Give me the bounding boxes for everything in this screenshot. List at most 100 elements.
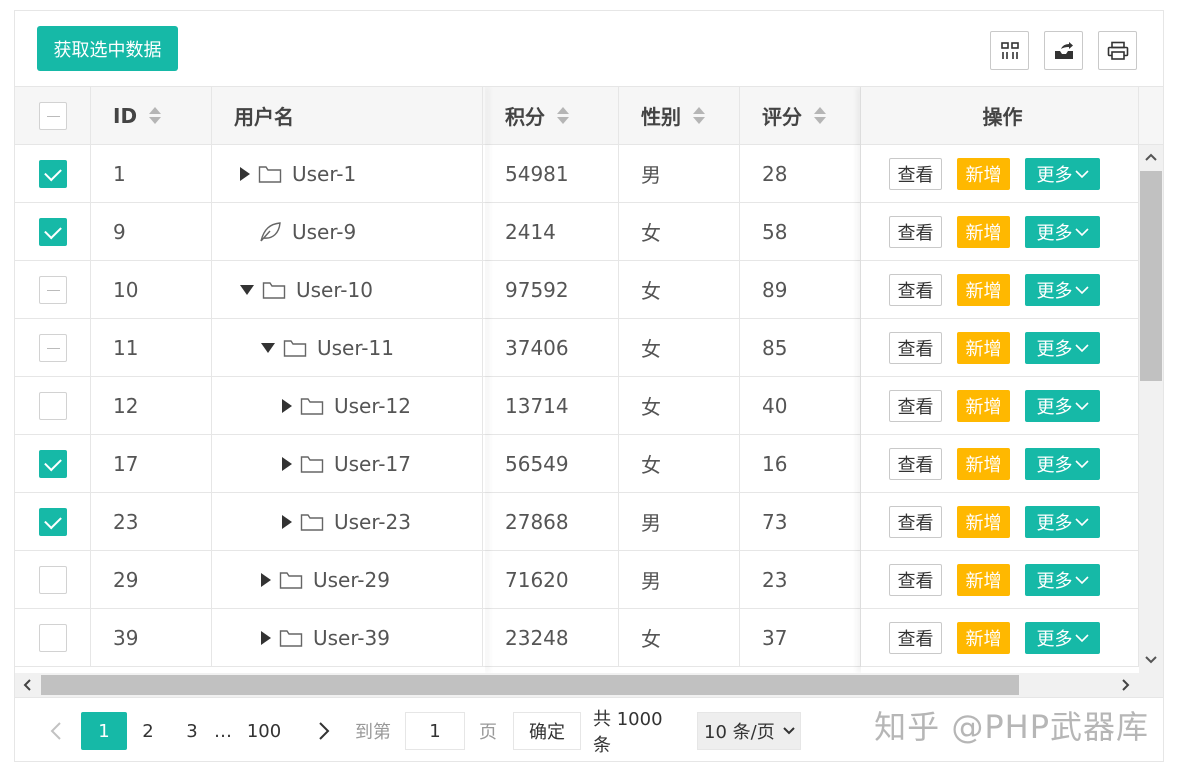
page-size-select[interactable]: 10 条/页 (697, 712, 801, 750)
vertical-scrollbar[interactable] (1139, 145, 1163, 673)
next-page-button[interactable] (311, 712, 337, 750)
more-button[interactable]: 更多 (1025, 564, 1100, 596)
score-cell: 71620 (483, 551, 619, 608)
add-button[interactable]: 新增 (957, 216, 1010, 248)
add-button[interactable]: 新增 (957, 622, 1010, 654)
add-button[interactable]: 新增 (957, 274, 1010, 306)
table-row[interactable]: 39 User-39 23248 女 37 查看 新增 更多 (15, 609, 1139, 667)
vertical-scroll-thumb[interactable] (1140, 171, 1162, 381)
table-row[interactable]: 10 User-10 97592 女 89 查看 新增 更多 (15, 261, 1139, 319)
view-button[interactable]: 查看 (889, 332, 942, 364)
add-button[interactable]: 新增 (957, 332, 1010, 364)
row-checkbox[interactable] (38, 507, 67, 536)
page-100-button[interactable]: 100 (243, 712, 285, 750)
goto-confirm-button[interactable]: 确定 (513, 712, 581, 750)
table-row[interactable]: 1 User-1 54981 男 28 查看 新增 更多 (15, 145, 1139, 203)
row-checkbox[interactable] (38, 333, 67, 362)
id-value: 29 (113, 567, 139, 592)
row-checkbox[interactable] (38, 449, 67, 478)
columns-filter-icon[interactable] (990, 31, 1029, 70)
header-rating[interactable]: 评分 (740, 87, 861, 144)
scroll-left-icon[interactable] (22, 678, 32, 692)
score-cell: 23248 (483, 609, 619, 666)
select-cell (15, 377, 91, 434)
add-button[interactable]: 新增 (957, 564, 1010, 596)
rating-cell: 23 (740, 551, 861, 608)
view-button[interactable]: 查看 (889, 622, 942, 654)
id-value: 10 (113, 277, 139, 302)
rating-value: 85 (762, 335, 788, 360)
add-button[interactable]: 新增 (957, 448, 1010, 480)
expand-arrow-icon[interactable] (282, 456, 292, 471)
more-button[interactable]: 更多 (1025, 332, 1100, 364)
header-id[interactable]: ID (91, 87, 212, 144)
row-checkbox[interactable] (38, 565, 67, 594)
view-button[interactable]: 查看 (889, 158, 942, 190)
id-cell: 17 (91, 435, 212, 492)
more-button[interactable]: 更多 (1025, 506, 1100, 538)
more-button-label: 更多 (1036, 397, 1073, 418)
add-button[interactable]: 新增 (957, 158, 1010, 190)
table-row[interactable]: 12 User-12 13714 女 40 查看 新增 更多 (15, 377, 1139, 435)
table-row[interactable]: 23 User-23 27868 男 73 查看 新增 更多 (15, 493, 1139, 551)
view-button[interactable]: 查看 (889, 506, 942, 538)
horizontal-scrollbar[interactable] (15, 673, 1139, 697)
expand-arrow-icon[interactable] (261, 572, 271, 587)
gender-cell: 女 (619, 261, 740, 318)
sort-icon[interactable] (814, 106, 826, 126)
row-checkbox[interactable] (38, 391, 67, 420)
collapse-arrow-icon[interactable] (261, 342, 275, 353)
select-all-checkbox[interactable] (38, 101, 67, 130)
more-button[interactable]: 更多 (1025, 158, 1100, 190)
header-select-cell (15, 87, 91, 144)
row-checkbox[interactable] (38, 217, 67, 246)
header-actions-label: 操作 (982, 105, 1023, 129)
page-3-button[interactable]: 3 (179, 712, 205, 750)
scroll-up-icon[interactable] (1144, 152, 1158, 162)
table-row[interactable]: 11 User-11 37406 女 85 查看 新增 更多 (15, 319, 1139, 377)
get-selected-data-button[interactable]: 获取选中数据 (37, 26, 178, 71)
more-button[interactable]: 更多 (1025, 274, 1100, 306)
username-value: User-39 (313, 625, 390, 650)
collapse-arrow-icon[interactable] (240, 284, 254, 295)
add-button[interactable]: 新增 (957, 390, 1010, 422)
expand-arrow-icon[interactable] (282, 514, 292, 529)
more-button[interactable]: 更多 (1025, 448, 1100, 480)
goto-page-input[interactable]: 1 (405, 712, 465, 750)
header-rating-label: 评分 (762, 105, 802, 129)
view-button[interactable]: 查看 (889, 564, 942, 596)
more-button[interactable]: 更多 (1025, 390, 1100, 422)
expand-arrow-icon[interactable] (240, 166, 250, 181)
export-icon[interactable] (1044, 31, 1083, 70)
more-button-label: 更多 (1036, 455, 1073, 476)
scroll-down-icon[interactable] (1144, 655, 1158, 665)
page-1-button[interactable]: 1 (81, 712, 127, 750)
view-button[interactable]: 查看 (889, 448, 942, 480)
prev-page-button[interactable] (41, 712, 71, 750)
add-button[interactable]: 新增 (957, 506, 1010, 538)
print-icon[interactable] (1098, 31, 1137, 70)
expand-arrow-icon[interactable] (261, 630, 271, 645)
more-button[interactable]: 更多 (1025, 216, 1100, 248)
header-gender[interactable]: 性别 (619, 87, 740, 144)
goto-label: 到第 (355, 722, 391, 743)
horizontal-scroll-thumb[interactable] (41, 675, 1019, 695)
view-button[interactable]: 查看 (889, 390, 942, 422)
view-button[interactable]: 查看 (889, 216, 942, 248)
row-checkbox[interactable] (38, 275, 67, 304)
header-score[interactable]: 积分 (483, 87, 619, 144)
sort-icon[interactable] (693, 106, 705, 126)
table-row[interactable]: 29 User-29 71620 男 23 查看 新增 更多 (15, 551, 1139, 609)
row-checkbox[interactable] (38, 623, 67, 652)
expand-arrow-icon[interactable] (282, 398, 292, 413)
sort-icon[interactable] (557, 106, 569, 126)
more-button[interactable]: 更多 (1025, 622, 1100, 654)
table-row[interactable]: 17 User-17 56549 女 16 查看 新增 更多 (15, 435, 1139, 493)
table-row[interactable]: 9 User-9 2414 女 58 查看 新增 更多 (15, 203, 1139, 261)
scroll-right-icon[interactable] (1121, 678, 1131, 692)
sort-icon[interactable] (149, 106, 162, 126)
view-button[interactable]: 查看 (889, 274, 942, 306)
page-2-button[interactable]: 2 (135, 712, 161, 750)
username-value: User-17 (334, 451, 411, 476)
row-checkbox[interactable] (38, 159, 67, 188)
